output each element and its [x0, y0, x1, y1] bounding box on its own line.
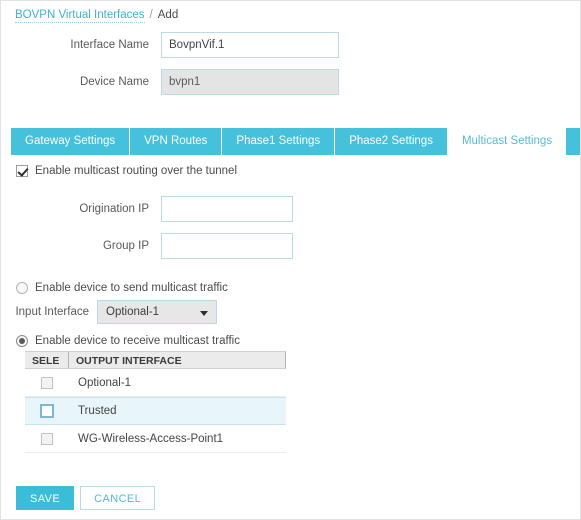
breadcrumb: BOVPN Virtual Interfaces / Add: [15, 9, 179, 23]
row-select-cell: [25, 376, 69, 389]
bovpn-virtual-interface-page: BOVPN Virtual Interfaces / Add Interface N…: [0, 0, 581, 520]
input-interface-select[interactable]: Optional-1: [97, 300, 217, 324]
breadcrumb-current-add: Add: [157, 9, 179, 21]
tab-bar-filler: [566, 128, 580, 155]
row-select-checkbox[interactable]: [41, 432, 53, 445]
column-header-select: SELE: [25, 352, 69, 368]
enable-multicast-routing-row[interactable]: Enable multicast routing over the tunnel: [16, 165, 237, 177]
origination-ip-label: Origination IP: [79, 203, 149, 215]
table-row[interactable]: WG-Wireless-Access-Point1: [25, 425, 286, 453]
save-button[interactable]: SAVE: [16, 486, 75, 510]
chevron-down-icon: [200, 311, 208, 316]
origination-ip-input[interactable]: [161, 196, 293, 222]
settings-tab-bar: Gateway Settings VPN Routes Phase1 Setti…: [11, 128, 580, 155]
row-interface-name: Trusted: [78, 405, 117, 417]
enable-send-multicast-row[interactable]: Enable device to send multicast traffic: [16, 282, 228, 294]
column-header-output-interface: OUTPUT INTERFACE: [76, 355, 182, 367]
interface-name-row: Interface Name: [1, 32, 580, 58]
device-name-label: Device Name: [79, 76, 149, 88]
group-ip-label: Group IP: [102, 240, 149, 252]
enable-receive-multicast-row[interactable]: Enable device to receive multicast traff…: [16, 335, 240, 347]
enable-send-multicast-label: Enable device to send multicast traffic: [35, 282, 228, 294]
device-name-row: Device Name: [1, 69, 580, 95]
row-select-cell: [25, 432, 69, 445]
table-row[interactable]: Optional-1: [25, 369, 286, 397]
interface-name-input[interactable]: [161, 32, 339, 58]
tab-vpn-routes[interactable]: VPN Routes: [130, 128, 223, 155]
group-ip-input[interactable]: [161, 233, 293, 259]
table-row[interactable]: Trusted: [25, 397, 286, 425]
row-select-checkbox[interactable]: [40, 404, 54, 418]
row-select-cell: [25, 404, 69, 418]
input-interface-label: Input Interface: [15, 306, 89, 318]
input-interface-selected-value: Optional-1: [106, 306, 160, 318]
enable-receive-multicast-radio[interactable]: [16, 335, 28, 347]
breadcrumb-link-bovpn-virtual-interfaces[interactable]: BOVPN Virtual Interfaces: [15, 9, 145, 23]
enable-send-multicast-radio[interactable]: [16, 282, 28, 294]
row-interface-name: Optional-1: [78, 376, 132, 389]
row-select-checkbox[interactable]: [41, 376, 53, 389]
enable-receive-multicast-label: Enable device to receive multicast traff…: [35, 335, 240, 347]
group-ip-row: Group IP: [1, 233, 580, 259]
interface-name-label: Interface Name: [70, 39, 149, 51]
row-interface-name: WG-Wireless-Access-Point1: [78, 432, 224, 445]
tab-gateway-settings[interactable]: Gateway Settings: [11, 128, 131, 155]
input-interface-row: Input Interface Optional-1: [1, 300, 580, 324]
tab-multicast-settings[interactable]: Multicast Settings: [447, 128, 567, 155]
origination-ip-row: Origination IP: [1, 196, 580, 222]
cancel-button[interactable]: CANCEL: [80, 486, 156, 510]
enable-multicast-routing-checkbox[interactable]: [16, 165, 28, 177]
table-header-row: SELE OUTPUT INTERFACE: [25, 351, 286, 369]
tab-phase2-settings[interactable]: Phase2 Settings: [335, 128, 448, 155]
breadcrumb-separator: /: [149, 9, 153, 21]
tab-phase1-settings[interactable]: Phase1 Settings: [222, 128, 336, 155]
form-action-bar: SAVE CANCEL: [16, 486, 156, 510]
enable-multicast-routing-label: Enable multicast routing over the tunnel: [35, 165, 238, 177]
output-interface-table: SELE OUTPUT INTERFACE Optional-1 Trusted…: [25, 351, 286, 453]
device-name-input: [161, 69, 339, 95]
